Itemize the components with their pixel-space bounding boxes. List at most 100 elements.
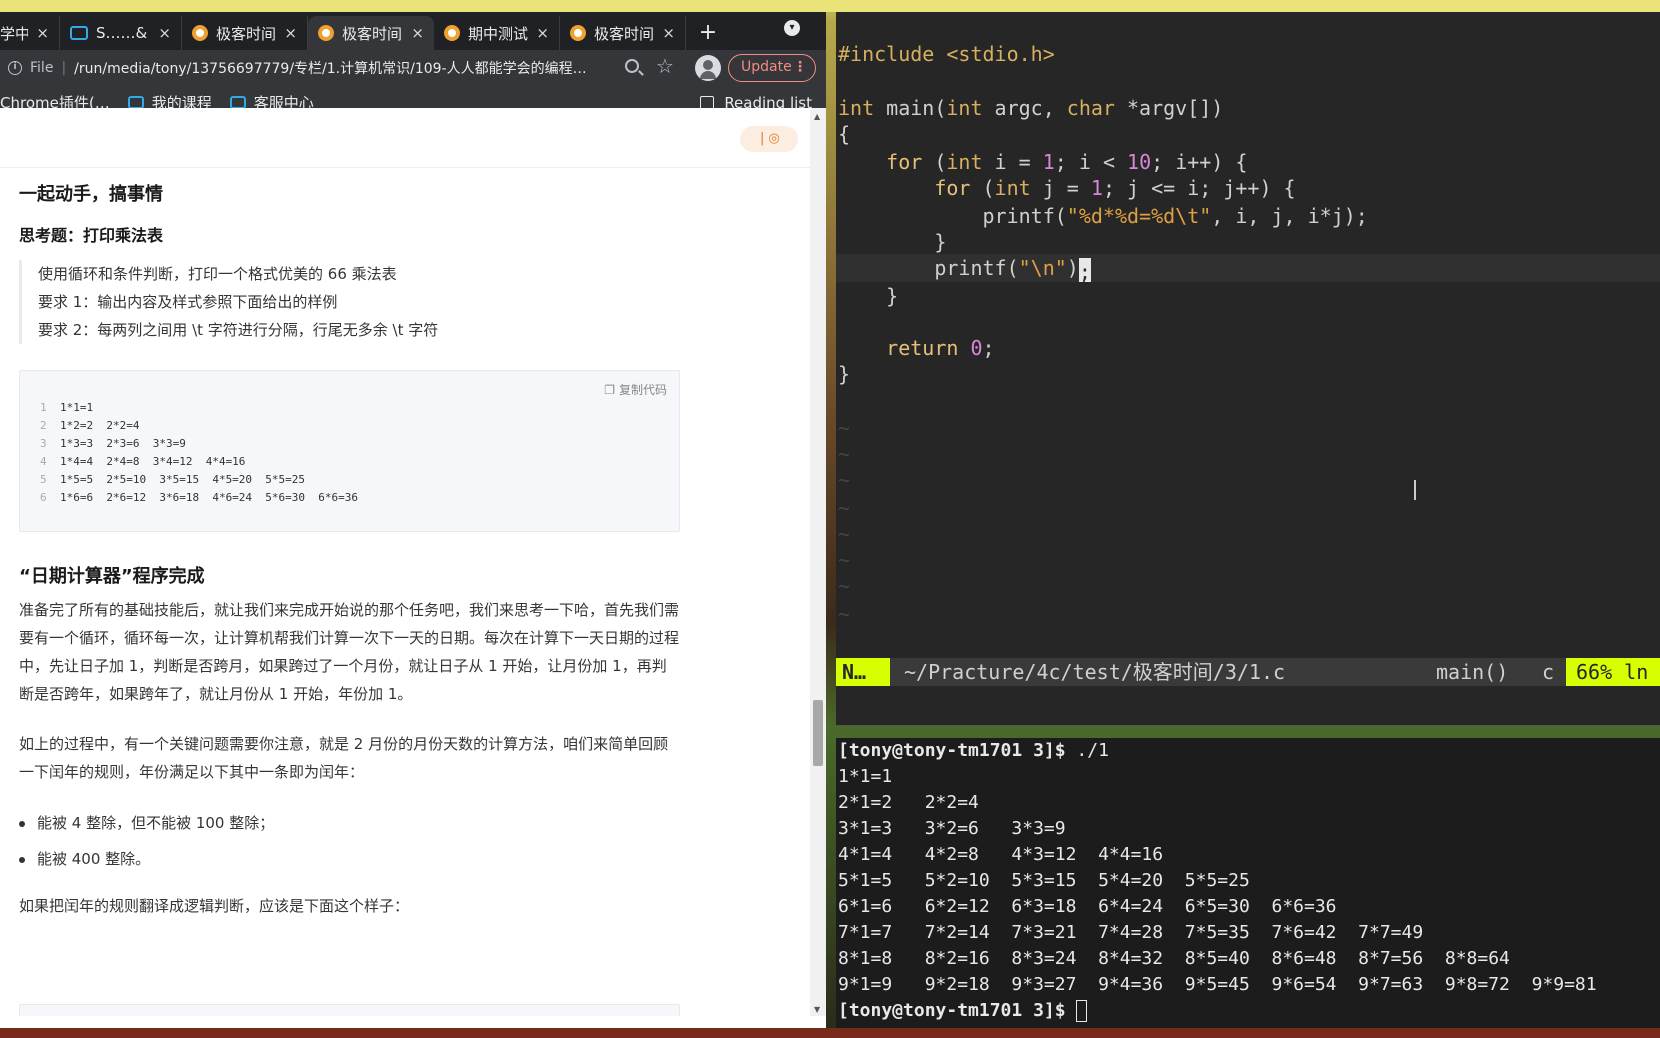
- section-title: “日期计算器”程序完成: [19, 566, 205, 587]
- new-tab-button[interactable]: +: [686, 16, 730, 50]
- vim-editor[interactable]: #include <stdio.h> int main(int argc, ch…: [836, 12, 1660, 662]
- code-line: 3 1*3=3 2*3=6 3*3=9: [40, 437, 186, 450]
- page-scrollbar[interactable]: ▲ ▼: [810, 108, 826, 1016]
- close-icon[interactable]: ×: [536, 24, 549, 42]
- star-icon[interactable]: ☆: [656, 54, 674, 78]
- close-icon[interactable]: ×: [36, 24, 49, 42]
- code-line: 4 1*4=4 2*4=8 3*4=12 4*4=16: [40, 455, 246, 468]
- geek-icon: [318, 25, 334, 41]
- terminal-line: 9*1=9 9*2=18 9*3=27 9*4=36 9*5=45 9*6=54…: [838, 974, 1597, 995]
- tv-icon: [70, 26, 88, 40]
- vim-command-line[interactable]: [836, 686, 1660, 726]
- zoom-icon[interactable]: [625, 59, 639, 73]
- tab-title: 学中心: [0, 24, 28, 43]
- empty-line-marker: ~: [838, 468, 851, 492]
- text-cursor: ;: [1078, 257, 1091, 284]
- tab-title: 极客时间: [342, 24, 403, 43]
- article-page: | ◎ 一起动手，搞事情 思考题：打印乘法表 使用循环和条件判断，打印一个格式优…: [0, 108, 810, 1016]
- mode-indicator: N…: [836, 658, 890, 686]
- tab-title: S……&: [96, 24, 148, 42]
- tab[interactable]: 期中测试 ×: [434, 16, 560, 50]
- quote-line: 使用循环和条件判断，打印一个格式优美的 66 乘法表: [38, 265, 397, 283]
- tab[interactable]: 学中心 ×: [0, 16, 60, 50]
- paragraph: 准备完了所有的基础技能后，就让我们来完成开始说的那个任务吧，我们来思考一下哈，首…: [19, 601, 680, 703]
- url-scheme: File: [30, 60, 54, 76]
- section-title: 一起动手，搞事情: [19, 184, 163, 205]
- close-icon[interactable]: ×: [662, 24, 675, 42]
- close-icon[interactable]: ×: [411, 24, 424, 42]
- address-bar: i File | /run/media/tony/13756697779/专栏/…: [0, 50, 826, 86]
- file-type: c: [1542, 660, 1555, 684]
- terminal-line: 1*1=1: [838, 766, 893, 787]
- code-line: #include <stdio.h>: [838, 42, 1055, 66]
- tab-title: 极客时间: [594, 24, 655, 43]
- empty-line-marker: ~: [838, 602, 851, 626]
- vim-statusline: N… ~/Practure/4c/test/极客时间/3/1.c main() …: [836, 658, 1660, 686]
- code-line: return 0;: [886, 336, 995, 360]
- page-header: | ◎: [0, 108, 810, 168]
- tab[interactable]: S……& ×: [60, 16, 182, 50]
- empty-line-marker: ~: [838, 522, 851, 546]
- code-line: printf("%d*%d=%d\t", i, j, i*j);: [838, 204, 1368, 228]
- copy-code-button[interactable]: 复制代码: [604, 1015, 667, 1016]
- tab-bar: 学中心 × S……& × 极客时间 × 极客时间 × 期中测试 × 极客时间 ×: [0, 12, 826, 50]
- terminal-line: 2*1=2 2*2=4: [838, 792, 979, 813]
- tab-active[interactable]: 极客时间 ×: [308, 16, 434, 50]
- list-item: 能被 4 整除，但不能被 100 整除；: [19, 812, 274, 833]
- quote-line: 要求 1：输出内容及样式参照下面给出的样例: [38, 293, 338, 311]
- current-function: main(): [1436, 660, 1509, 684]
- code-line: }: [838, 362, 851, 386]
- copy-code-button[interactable]: 复制代码: [604, 381, 667, 398]
- wallpaper-strip: [0, 1028, 1660, 1038]
- empty-line-marker: ~: [838, 416, 851, 440]
- tab-search-chevron-icon[interactable]: ▾: [784, 20, 800, 36]
- scroll-up-icon[interactable]: ▲: [814, 112, 820, 121]
- code-line: 6 1*6=6 2*6=12 3*6=18 4*6=24 5*6=30 6*6=3…: [40, 491, 359, 504]
- user-menu-pill[interactable]: | ◎: [740, 126, 798, 152]
- empty-line-marker: ~: [838, 548, 851, 572]
- code-block: 复制代码: [19, 1004, 680, 1016]
- tab[interactable]: 极客时间 ×: [182, 16, 308, 50]
- code-line-current: printf("\n");: [836, 254, 1660, 284]
- terminal-line: 8*1=8 8*2=16 8*3=24 8*4=32 8*5=40 8*6=48…: [838, 948, 1510, 969]
- paragraph: 如果把闰年的规则翻译成逻辑判断，应该是下面这个样子：: [19, 897, 410, 915]
- url-separator: |: [61, 60, 67, 76]
- scrollbar-thumb[interactable]: [813, 700, 823, 766]
- empty-line-marker: ~: [838, 574, 851, 598]
- terminal-cursor: [1076, 1000, 1088, 1022]
- kebab-menu-icon[interactable]: ⋮: [793, 55, 807, 80]
- code-line: }: [838, 284, 899, 308]
- update-label: Update: [741, 59, 792, 75]
- terminal-line: 7*1=7 7*2=14 7*3=21 7*4=28 7*5=35 7*6=42…: [838, 922, 1424, 943]
- blockquote: 使用循环和条件判断，打印一个格式优美的 66 乘法表 要求 1：输出内容及样式参…: [19, 260, 479, 344]
- tab[interactable]: 极客时间 ×: [560, 16, 686, 50]
- terminal-line: [tony@tony-tm1701 3]$ ./1: [838, 740, 1109, 761]
- code-line: for (int i = 1; i < 10; i++) {: [886, 150, 1248, 174]
- code-line: for (int j = 1; j <= i; j++) {: [934, 176, 1296, 200]
- terminal-line: 6*1=6 6*2=12 6*3=18 6*4=24 6*5=30 6*6=36: [838, 896, 1337, 917]
- code-line: 1 1*1=1: [40, 401, 94, 414]
- tab-title: 极客时间: [216, 24, 277, 43]
- paragraph: 如上的过程中，有一个关键问题需要你注意，就是 2 月份的月份天数的计算方法，咱们…: [19, 735, 669, 781]
- task-title: 思考题：打印乘法表: [19, 226, 164, 245]
- url-input[interactable]: /run/media/tony/13756697779/专栏/1.计算机常识/1…: [74, 58, 594, 78]
- profile-avatar[interactable]: [695, 55, 721, 81]
- scroll-down-icon[interactable]: ▼: [814, 1005, 820, 1014]
- terminal-line: [tony@tony-tm1701 3]$: [838, 998, 1088, 1024]
- quote-line: 要求 2：每两列之间用 \t 字符进行分隔，行尾无多余 \t 字符: [38, 321, 439, 339]
- empty-line-marker: ~: [838, 442, 851, 466]
- update-button[interactable]: Update ⋮: [728, 54, 816, 82]
- mouse-ibeam-cursor: [1414, 480, 1416, 500]
- code-line: {: [838, 122, 851, 146]
- code-line: 5 1*5=5 2*5=10 3*5=15 4*5=20 5*5=25: [40, 473, 306, 486]
- empty-line-marker: ~: [838, 496, 851, 520]
- tab-title: 期中测试: [468, 24, 529, 43]
- wallpaper-strip: [0, 0, 1660, 12]
- code-line: int main(int argc, char *argv[]): [838, 96, 1224, 120]
- terminal-line: 5*1=5 5*2=10 5*3=15 5*4=20 5*5=25: [838, 870, 1250, 891]
- info-icon[interactable]: i: [8, 61, 22, 75]
- close-icon[interactable]: ×: [158, 24, 171, 42]
- terminal-line: 3*1=3 3*2=6 3*3=9: [838, 818, 1066, 839]
- close-icon[interactable]: ×: [284, 24, 297, 42]
- terminal[interactable]: [tony@tony-tm1701 3]$ ./1 1*1=1 2*1=2 2*…: [836, 738, 1660, 1028]
